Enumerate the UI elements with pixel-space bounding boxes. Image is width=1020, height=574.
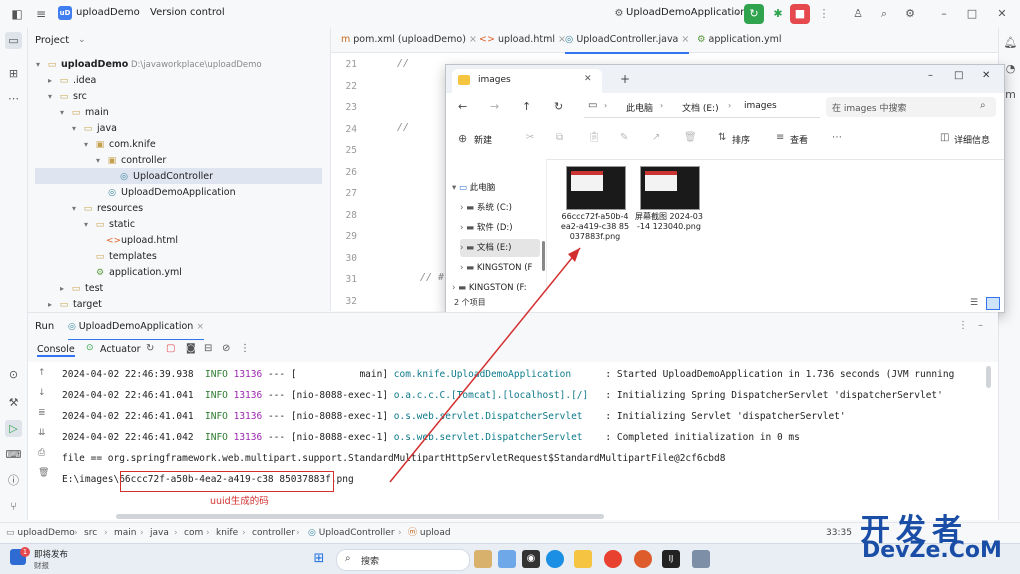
annotation-arrow <box>389 247 581 483</box>
breadcrumb-item[interactable]: knife <box>216 523 238 543</box>
breadcrumb-item[interactable]: ▭ uploadDemo <box>6 523 75 543</box>
cursor-position[interactable]: 33:35 <box>826 523 852 543</box>
chevron-right-icon: › <box>242 528 246 538</box>
chevron-right-icon: › <box>398 528 402 538</box>
breadcrumb-item[interactable]: com <box>184 523 203 543</box>
search-icon: ⌕ <box>345 553 351 564</box>
folder-icon: ▭ <box>6 528 15 538</box>
file-explorer-icon[interactable] <box>574 550 592 568</box>
notification-badge: 1 <box>20 547 30 557</box>
chevron-right-icon: › <box>206 528 210 538</box>
watermark-text: DevZe.CoM <box>862 538 1002 563</box>
chevron-right-icon: › <box>174 528 178 538</box>
chevron-right-icon: › <box>104 528 108 538</box>
chevron-right-icon: › <box>74 528 78 538</box>
intellij-icon[interactable]: IJ <box>662 550 680 568</box>
taskbar-search-input[interactable]: ⌕ 搜索 <box>336 549 470 571</box>
chevron-right-icon: › <box>140 528 144 538</box>
widget-app-icon[interactable] <box>474 550 492 568</box>
windows-start-icon[interactable]: ⊞ <box>310 550 328 568</box>
widget-title[interactable]: 即将发布 <box>34 548 68 560</box>
breadcrumb-item[interactable]: controller <box>252 523 295 543</box>
chrome-alt-icon[interactable] <box>634 550 652 568</box>
breadcrumb-item[interactable]: ◎ UploadController <box>308 523 395 543</box>
teams-icon[interactable]: ◉ <box>522 550 540 568</box>
class-icon: ◎ <box>308 528 316 538</box>
app-icon[interactable] <box>692 550 710 568</box>
breadcrumb-item[interactable]: ⓜ upload <box>408 523 451 543</box>
breadcrumb-item[interactable]: src <box>84 523 97 543</box>
chrome-icon[interactable] <box>604 550 622 568</box>
widget-subtitle: 财报 <box>34 561 49 570</box>
breadcrumb-item[interactable]: java <box>150 523 169 543</box>
task-view-icon[interactable] <box>498 550 516 568</box>
breadcrumb-item[interactable]: main <box>114 523 137 543</box>
chevron-right-icon: › <box>296 528 300 538</box>
method-icon: ⓜ <box>408 528 418 538</box>
edge-icon[interactable] <box>546 550 564 568</box>
